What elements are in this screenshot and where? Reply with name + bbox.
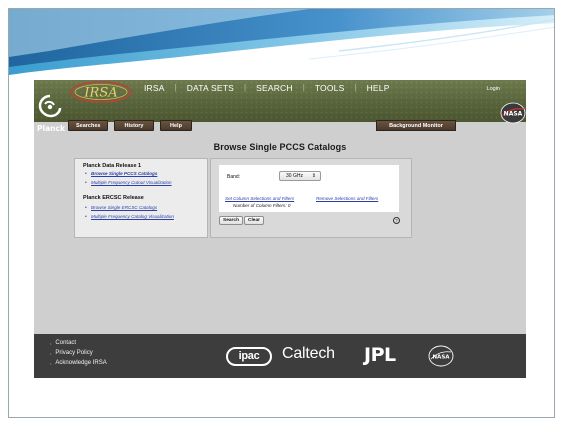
svg-text:NASA: NASA bbox=[432, 355, 450, 361]
bullet-icon: • bbox=[85, 171, 87, 177]
background-monitor-button[interactable]: Background Monitor bbox=[376, 120, 456, 131]
sidebar-link-browse-ercsc[interactable]: Browse Single ERCSC Catalogs bbox=[91, 205, 157, 210]
caltech-logo[interactable]: Caltech bbox=[282, 345, 335, 363]
clear-button[interactable]: Clear bbox=[244, 216, 264, 225]
band-select-value: 30 GHz bbox=[286, 173, 303, 179]
footer-link-acknowledge[interactable]: • Acknowledge IRSA bbox=[50, 358, 107, 368]
tab-searches[interactable]: Searches bbox=[68, 120, 108, 131]
nasa-footer-logo[interactable]: NASA bbox=[428, 345, 454, 367]
search-panel: Band: 30 GHz ⇕ Set Column Selections and… bbox=[210, 158, 412, 238]
nav-data-sets[interactable]: Data Sets bbox=[187, 83, 234, 93]
footer-link-contact[interactable]: • Contact bbox=[50, 338, 107, 348]
set-column-filters-link[interactable]: Set Column Selections and Filters bbox=[225, 196, 294, 201]
search-button[interactable]: Search bbox=[219, 216, 243, 225]
jpl-logo[interactable]: JPL bbox=[364, 344, 396, 366]
irsa-top-bar: IRSA IRSA | Data Sets | Search | Tools |… bbox=[34, 80, 526, 122]
footer-link-privacy[interactable]: • Privacy Policy bbox=[50, 348, 107, 358]
band-select[interactable]: 30 GHz ⇕ bbox=[279, 171, 321, 181]
nav-irsa[interactable]: IRSA bbox=[144, 83, 165, 93]
remove-filters-link[interactable]: Remove Selections and Filters bbox=[316, 196, 378, 201]
select-arrows-icon: ⇕ bbox=[311, 173, 316, 179]
bullet-icon: • bbox=[85, 205, 87, 211]
page-title: Browse Single PCCS Catalogs bbox=[213, 142, 347, 152]
footer-links: • Contact • Privacy Policy • Acknowledge IR… bbox=[50, 338, 107, 368]
band-label: Band: bbox=[227, 174, 241, 180]
planck-logo[interactable]: Planck bbox=[34, 94, 68, 138]
column-filter-count: Number of Column Filters: 0 bbox=[233, 203, 291, 208]
ipac-logo[interactable]: ipac bbox=[226, 347, 272, 366]
nav-tools[interactable]: Tools bbox=[315, 83, 345, 93]
nav-search[interactable]: Search bbox=[256, 83, 293, 93]
login-link[interactable]: Login bbox=[487, 86, 500, 92]
tab-help[interactable]: Help bbox=[160, 120, 192, 131]
main-nav: IRSA | Data Sets | Search | Tools | Help bbox=[144, 83, 390, 93]
sub-nav: Searches History Help bbox=[68, 120, 192, 131]
footer: • Contact • Privacy Policy • Acknowledge IR… bbox=[34, 334, 526, 378]
nav-help[interactable]: Help bbox=[367, 83, 390, 93]
bullet-icon: • bbox=[85, 180, 87, 186]
sidebar-link-browse-pccs[interactable]: Browse Single PCCS Catalogs bbox=[91, 171, 157, 176]
sidebar-section-title: Planck ERCSC Release bbox=[83, 195, 144, 201]
svg-text:NASA: NASA bbox=[504, 111, 523, 118]
planck-icon bbox=[38, 94, 62, 118]
nasa-logo[interactable]: NASA bbox=[500, 102, 526, 124]
irsa-browser-screen: IRSA IRSA | Data Sets | Search | Tools |… bbox=[34, 80, 526, 378]
search-form: Band: 30 GHz ⇕ Set Column Selections and… bbox=[219, 165, 399, 212]
catalog-sidebar: Planck Data Release 1 • Browse Single PC… bbox=[74, 158, 208, 238]
planck-label: Planck bbox=[37, 124, 65, 133]
irsa-logo[interactable]: IRSA bbox=[68, 80, 134, 104]
slide-decoration bbox=[9, 9, 554, 75]
sidebar-link-cutout-visualization[interactable]: Multiple Frequency Cutout Visualization bbox=[91, 180, 172, 185]
sidebar-link-catalog-visualization[interactable]: Multiple Frequency Catalog Visualization bbox=[91, 214, 174, 219]
bullet-icon: • bbox=[85, 214, 87, 220]
sidebar-section-title: Planck Data Release 1 bbox=[83, 163, 142, 169]
help-icon[interactable]: ? bbox=[393, 217, 400, 224]
svg-text:IRSA: IRSA bbox=[83, 86, 117, 101]
tab-history[interactable]: History bbox=[114, 120, 154, 131]
